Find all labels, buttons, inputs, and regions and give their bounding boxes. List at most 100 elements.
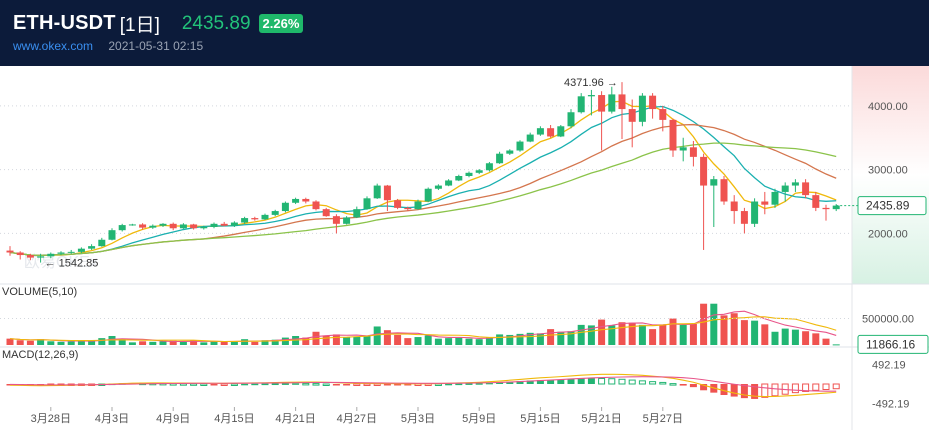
volume-bar: [67, 341, 75, 345]
candle: [659, 109, 667, 120]
candle: [434, 185, 442, 189]
candle: [139, 224, 147, 228]
candle: [730, 201, 738, 212]
candle: [628, 109, 636, 122]
candle: [587, 95, 595, 97]
macd-bar: [771, 383, 779, 397]
candle: [496, 153, 504, 164]
candle: [179, 224, 187, 229]
macd-bar: [812, 383, 820, 391]
x-tick-label: 4月15日: [214, 413, 254, 425]
candle: [37, 256, 45, 258]
candle: [547, 128, 555, 137]
volume-bar: [16, 340, 24, 345]
volume-bar: [434, 338, 442, 345]
candle: [394, 200, 402, 208]
volume-bar: [445, 338, 453, 345]
volume-bar: [598, 319, 606, 345]
macd-bar: [445, 383, 453, 386]
volume-bar: [159, 341, 167, 345]
candle: [832, 205, 840, 210]
site-link[interactable]: www.okex.com: [13, 39, 93, 53]
macd-bar: [628, 379, 636, 385]
macd-bar: [557, 379, 565, 384]
volume-bar: [475, 339, 483, 345]
volume-bar: [638, 324, 646, 345]
volume-bar: [149, 341, 157, 345]
max-annotation: 4371.96 →: [564, 77, 618, 89]
candle: [353, 209, 361, 218]
candle: [47, 253, 55, 257]
macd-bar: [822, 383, 830, 390]
candle: [302, 198, 310, 202]
candle: [761, 201, 769, 205]
macd-bar: [577, 378, 585, 384]
macd-bar: [312, 383, 320, 386]
last-price: 2435.89: [181, 12, 251, 34]
ma30-line: [9, 142, 837, 257]
candle: [77, 248, 85, 252]
candle: [57, 252, 65, 254]
macd-bar: [322, 383, 330, 386]
volume-bar: [353, 336, 361, 345]
macd-bar: [669, 383, 677, 386]
candle: [424, 188, 432, 202]
macd-bar: [608, 378, 616, 385]
candle: [485, 163, 493, 171]
volume-bar: [455, 337, 463, 345]
volume-bar: [536, 333, 544, 345]
volume-bar: [577, 324, 585, 345]
candle: [791, 182, 799, 186]
volume-bar: [424, 335, 432, 345]
candle: [465, 172, 473, 176]
candle: [404, 207, 412, 210]
macd-bar: [353, 383, 361, 386]
title-row: ETH-USDT [1日] 2435.89 2.26%: [13, 10, 304, 37]
volume-label: VOLUME(5,10): [2, 286, 77, 298]
volume-bar: [771, 331, 779, 345]
price-tick-label: 3000.00: [868, 165, 908, 177]
macd-bar: [302, 382, 310, 386]
candle: [26, 255, 34, 258]
volume-bar: [57, 341, 65, 345]
macd-bar: [281, 383, 289, 385]
candle: [281, 202, 289, 212]
chart-canvas[interactable]: 欧易OKEx 4000.003000.002000.004371.96 →← 1…: [0, 66, 929, 430]
volume-bar: [383, 330, 391, 345]
symbol-title: ETH-USDT: [13, 12, 116, 34]
timestamp: 2021-05-31 02:15: [108, 39, 204, 53]
macd-bar: [791, 383, 799, 394]
volume-tick-label: 500000.00: [862, 314, 914, 326]
volume-bar: [281, 337, 289, 345]
price-tick-label: 2000.00: [868, 228, 908, 240]
volume-bar: [322, 335, 330, 345]
candle: [67, 251, 75, 253]
last-price-tag-label: 2435.89: [866, 199, 910, 213]
volume-bar: [740, 320, 748, 345]
macd-bar: [649, 381, 657, 385]
volume-bar: [363, 336, 371, 345]
candle: [445, 180, 453, 186]
candle: [261, 214, 269, 220]
candle: [108, 230, 116, 240]
macd-bar: [200, 383, 208, 386]
volume-bar: [200, 342, 208, 345]
macd-bar: [271, 383, 279, 386]
volume-bar: [179, 341, 187, 345]
macd-bar: [659, 381, 667, 385]
macd-bar: [261, 383, 269, 386]
candle: [700, 156, 708, 186]
macd-bar: [598, 378, 606, 385]
volume-bar: [220, 341, 228, 345]
candle: [638, 95, 646, 122]
candle: [414, 201, 422, 210]
volume-bar: [404, 338, 412, 345]
candle: [455, 176, 463, 181]
x-tick-label: 4月3日: [95, 413, 129, 425]
candle: [669, 119, 677, 151]
candle: [230, 222, 238, 226]
candle: [740, 211, 748, 224]
candle: [332, 216, 340, 224]
candle: [516, 141, 524, 151]
candle: [292, 198, 300, 203]
